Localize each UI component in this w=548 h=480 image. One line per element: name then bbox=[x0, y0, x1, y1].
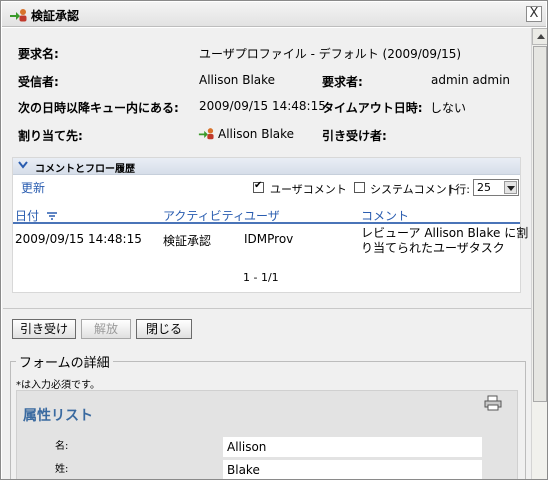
assigned-name: Allison Blake bbox=[218, 127, 295, 141]
requester-value: admin admin bbox=[431, 73, 511, 87]
requester-label: 要求者: bbox=[322, 75, 363, 89]
recipient-label: 受信者: bbox=[18, 75, 59, 89]
vertical-scrollbar[interactable] bbox=[531, 28, 547, 479]
pager: 1 - 1/1 bbox=[243, 271, 279, 284]
divider bbox=[3, 308, 531, 309]
comments-section: コメントとフロー履歴 更新 ユーザコメント システムコメント | 行: 25 日… bbox=[12, 157, 528, 293]
system-comments-label: システムコメント bbox=[370, 183, 458, 196]
first-name-field[interactable]: Allison bbox=[223, 437, 482, 457]
timeout-value: しない bbox=[430, 101, 467, 115]
system-comments-checkbox[interactable] bbox=[354, 182, 365, 193]
assigned-value: Allison Blake bbox=[198, 127, 294, 141]
rows-select-value: 25 bbox=[477, 181, 491, 194]
comments-header[interactable]: コメントとフロー履歴 bbox=[13, 158, 520, 175]
required-note: *は入力必須です。 bbox=[16, 380, 100, 391]
user-task-icon bbox=[10, 9, 27, 22]
request-name-value: ユーザプロファイル - デフォルト (2009/09/15) bbox=[199, 47, 462, 61]
scroll-up-icon[interactable] bbox=[532, 28, 547, 45]
timeout-label: タイムアウト日時: bbox=[322, 101, 423, 115]
attribute-panel: 属性リスト 名: Allison 姓: Blake bbox=[16, 390, 518, 479]
claimed-label: 引き受け者: bbox=[322, 129, 387, 143]
dropdown-arrow-icon[interactable] bbox=[504, 181, 517, 194]
sort-icon[interactable] bbox=[46, 212, 57, 220]
attribute-key: 姓: bbox=[55, 464, 69, 475]
comments-title: コメントとフロー履歴 bbox=[35, 164, 135, 175]
entry-date: 2009/09/15 14:48:15 bbox=[15, 232, 142, 246]
recipient-value: Allison Blake bbox=[199, 73, 276, 87]
entry-user: IDMProv bbox=[244, 232, 294, 246]
column-date-label: 日付 bbox=[15, 209, 40, 223]
dialog-title: 検証承認 bbox=[31, 9, 80, 23]
attribute-list-title: 属性リスト bbox=[23, 408, 93, 424]
entry-comment-line2: り当てられたユーザタスク bbox=[361, 241, 505, 255]
attribute-row-first-name: 名: Allison bbox=[52, 437, 483, 457]
attribute-row-last-name: 姓: Blake bbox=[52, 460, 483, 479]
queue-value: 2009/09/15 14:48:15 bbox=[199, 99, 326, 113]
release-button[interactable]: 解放 bbox=[81, 319, 131, 339]
user-comments-checkbox[interactable] bbox=[253, 180, 264, 193]
rows-select[interactable]: 25 bbox=[473, 179, 519, 196]
close-icon[interactable]: X bbox=[526, 6, 542, 22]
user-task-icon bbox=[198, 128, 214, 140]
claim-button[interactable]: 引き受け bbox=[12, 319, 76, 339]
refresh-link[interactable]: 更新 bbox=[21, 179, 45, 196]
entry-activity: 検証承認 bbox=[163, 234, 212, 248]
close-button[interactable]: 閉じる bbox=[136, 319, 192, 339]
title-bar: 検証承認 X bbox=[2, 2, 546, 27]
assigned-label: 割り当て先: bbox=[18, 129, 83, 143]
task-dialog: 検証承認 X 要求名: ユーザプロファイル - デフォルト (2009/09/1… bbox=[0, 0, 548, 480]
print-icon[interactable] bbox=[483, 395, 503, 411]
attribute-key: 名: bbox=[55, 441, 69, 452]
user-comments-label: ユーザコメント bbox=[270, 183, 347, 196]
queue-label: 次の日時以降キュー内にある: bbox=[18, 101, 179, 115]
chevron-down-icon[interactable] bbox=[18, 160, 28, 170]
rows-label: | 行: bbox=[448, 183, 470, 196]
dialog-content: 要求名: ユーザプロファイル - デフォルト (2009/09/15) 受信者:… bbox=[2, 28, 531, 479]
scroll-thumb[interactable] bbox=[533, 46, 547, 402]
form-details-legend: フォームの詳細 bbox=[16, 352, 113, 371]
request-name-label: 要求名: bbox=[18, 47, 59, 61]
last-name-field[interactable]: Blake bbox=[223, 460, 482, 479]
